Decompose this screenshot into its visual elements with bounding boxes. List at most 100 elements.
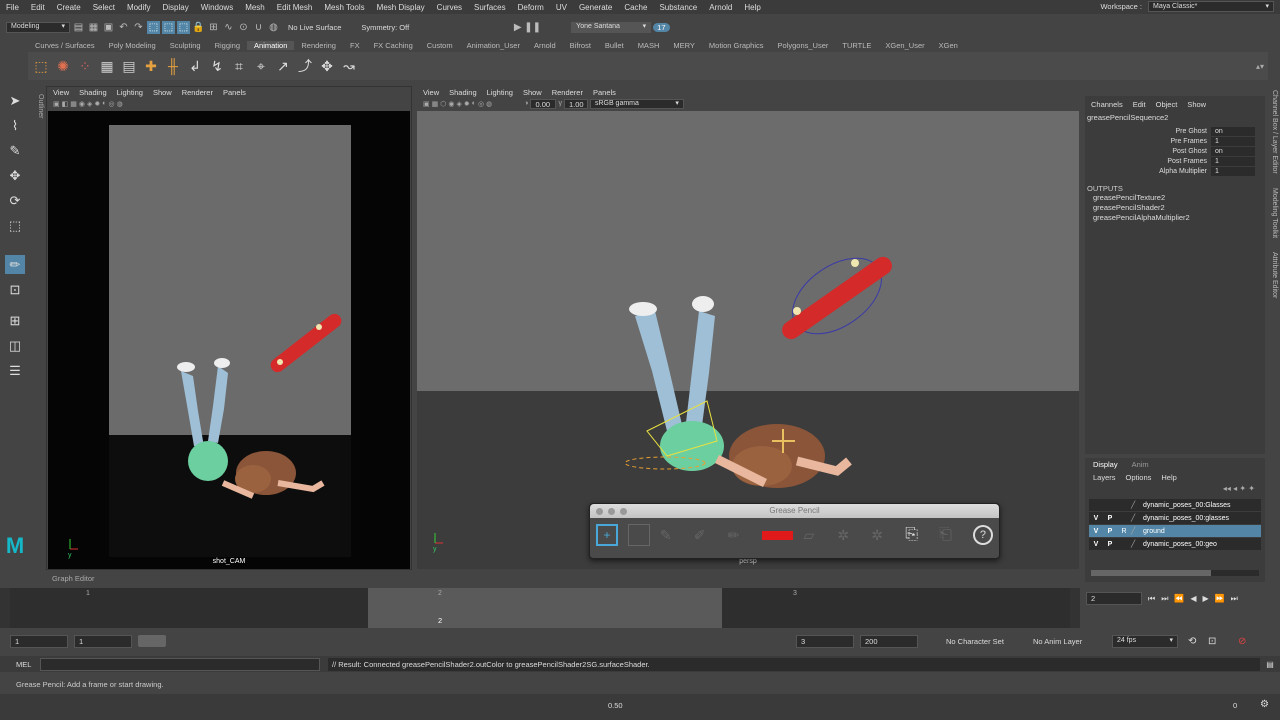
menu-item-help[interactable]: Help: [738, 3, 766, 12]
menu-item-surfaces[interactable]: Surfaces: [468, 3, 512, 12]
shelf-tab-turtle[interactable]: TURTLE: [835, 41, 878, 50]
channel-box-node[interactable]: greasePencilSequence2: [1085, 113, 1265, 122]
constraint-aim-icon[interactable]: ↗: [274, 57, 292, 75]
go-start-icon[interactable]: ⏮: [1148, 594, 1155, 604]
channel-value[interactable]: on: [1211, 146, 1255, 156]
bottom-value[interactable]: 0.50: [608, 701, 623, 710]
shot-cam-viewport[interactable]: y shot_CAM: [48, 111, 410, 569]
minimize-icon[interactable]: [608, 508, 615, 515]
joint-icon[interactable]: ✚: [142, 57, 160, 75]
channel-row[interactable]: Pre Ghost on: [1085, 126, 1265, 136]
layout-two-icon[interactable]: ◫: [5, 336, 25, 355]
layout-four-icon[interactable]: ⊞: [5, 311, 25, 330]
soft-pencil-icon[interactable]: ✏: [728, 527, 752, 544]
menu-item-cache[interactable]: Cache: [618, 3, 653, 12]
menu-item-generate[interactable]: Generate: [573, 3, 618, 12]
channel-row[interactable]: Post Ghost on: [1085, 146, 1265, 156]
colorspace-dropdown[interactable]: sRGB gamma ▾: [589, 98, 684, 109]
export-icon[interactable]: ⎗: [939, 526, 963, 544]
camera-icon[interactable]: ▣: [53, 100, 60, 108]
layer-row[interactable]: V P R ╱ ground: [1089, 525, 1261, 538]
exposure-field[interactable]: 0.00: [530, 98, 557, 109]
paint-select-icon[interactable]: ✎: [5, 142, 25, 161]
save-scene-icon[interactable]: ▣: [102, 21, 115, 34]
scene-start-field[interactable]: 1: [10, 634, 68, 648]
layer-name[interactable]: dynamic_poses_00:Glasses: [1143, 502, 1231, 509]
preferences-icon[interactable]: ⊘: [1238, 636, 1246, 647]
pause-icon[interactable]: ❚❚: [524, 21, 541, 34]
layer-playback[interactable]: P: [1103, 528, 1117, 535]
channel-value[interactable]: 1: [1211, 136, 1255, 146]
menu-item-mesh-tools[interactable]: Mesh Tools: [318, 3, 370, 12]
step-back-key-icon[interactable]: ⏭: [1161, 594, 1168, 604]
channel-menu-object[interactable]: Object: [1156, 100, 1178, 109]
panel-menu-lighting[interactable]: Lighting: [117, 88, 143, 97]
notification-badge[interactable]: 17: [653, 22, 670, 32]
help-icon[interactable]: ?: [973, 525, 993, 545]
panel-menu-renderer[interactable]: Renderer: [552, 88, 583, 97]
show-manipulator-icon[interactable]: ⊡: [5, 280, 25, 299]
add-frame-icon[interactable]: +: [596, 524, 618, 546]
character-set-menu[interactable]: No Character Set: [946, 637, 1004, 646]
layer-menu-help[interactable]: Help: [1161, 473, 1176, 482]
panel-menu-panels[interactable]: Panels: [593, 88, 616, 97]
menu-item-mesh[interactable]: Mesh: [239, 3, 271, 12]
menu-item-modify[interactable]: Modify: [121, 3, 157, 12]
side-tab-attribute-editor[interactable]: Attribute Editor: [1266, 252, 1278, 298]
panel-menu-shading[interactable]: Shading: [449, 88, 477, 97]
channel-value[interactable]: on: [1211, 126, 1255, 136]
panel-menu-show[interactable]: Show: [523, 88, 542, 97]
channel-row[interactable]: Post Frames 1: [1085, 156, 1265, 166]
menuset-dropdown[interactable]: Modeling ▾: [6, 21, 70, 33]
bookmark-icon[interactable]: ◧: [62, 100, 69, 108]
script-editor-icon[interactable]: ▤: [1260, 660, 1280, 669]
shelf-tab-sculpting[interactable]: Sculpting: [163, 41, 208, 50]
panel-menu-lighting[interactable]: Lighting: [487, 88, 513, 97]
move-layer-up-icon[interactable]: ◂◂: [1223, 484, 1231, 493]
menu-item-windows[interactable]: Windows: [195, 3, 239, 12]
step-back-icon[interactable]: ⏪: [1174, 594, 1184, 603]
isolate-icon[interactable]: ◎: [478, 100, 484, 108]
layer-playback[interactable]: P: [1103, 515, 1117, 522]
channel-row[interactable]: Alpha Multiplier 1: [1085, 166, 1265, 176]
snap-curve-icon[interactable]: ∿: [222, 21, 235, 34]
graph-icon[interactable]: ▦: [98, 57, 116, 75]
layer-color-icon[interactable]: ╱: [1131, 527, 1143, 535]
new-scene-icon[interactable]: ▤: [72, 21, 85, 34]
outliner-tab[interactable]: Outliner: [30, 86, 44, 576]
scene-end-field[interactable]: 200: [860, 634, 918, 648]
user-account[interactable]: Yone Santana ▾: [571, 21, 652, 33]
playback-start-field[interactable]: 1: [74, 634, 132, 648]
move-tool-icon[interactable]: ✥: [5, 167, 25, 186]
panel-menu-show[interactable]: Show: [153, 88, 172, 97]
layer-tab-anim[interactable]: Anim: [1132, 460, 1149, 469]
shelf-tab-mery[interactable]: MERY: [666, 41, 702, 50]
shelf-tab-fx-caching[interactable]: FX Caching: [367, 41, 420, 50]
shelf-tab-xgen-user[interactable]: XGen_User: [878, 41, 931, 50]
layer-visibility[interactable]: V: [1089, 515, 1103, 522]
light-icon[interactable]: ✹: [464, 100, 470, 108]
layer-name[interactable]: dynamic_poses_00:glasses: [1143, 515, 1229, 522]
shelf-tab-rendering[interactable]: Rendering: [294, 41, 343, 50]
snap-surface-icon[interactable]: ◍: [267, 21, 280, 34]
menu-item-display[interactable]: Display: [157, 3, 195, 12]
shelf-tab-custom[interactable]: Custom: [420, 41, 460, 50]
breakdown-icon[interactable]: ⁘: [76, 57, 94, 75]
close-icon[interactable]: [596, 508, 603, 515]
time-slider[interactable]: 1 2 3 2: [0, 588, 1080, 628]
import-icon[interactable]: ⎘: [905, 526, 929, 544]
step-forward-icon[interactable]: ⏩: [1215, 594, 1225, 603]
side-tab-modeling-toolkit[interactable]: Modeling Toolkit: [1266, 188, 1278, 238]
ghost-previous-icon[interactable]: ✲: [837, 527, 861, 544]
grease-pencil-tool-icon[interactable]: ✏: [5, 255, 25, 275]
light-icon[interactable]: ✹: [94, 100, 100, 108]
panel-menu-panels[interactable]: Panels: [223, 88, 246, 97]
select-component-icon[interactable]: ⬚: [177, 20, 190, 34]
shaded-icon[interactable]: ◉: [79, 100, 85, 108]
panel-menu-view[interactable]: View: [423, 88, 439, 97]
redo-icon[interactable]: ↷: [132, 21, 145, 34]
output-node[interactable]: greasePencilTexture2: [1093, 193, 1265, 203]
shelf-tab-animation-user[interactable]: Animation_User: [460, 41, 527, 50]
layer-visibility[interactable]: V: [1089, 528, 1103, 535]
rotate-tool-icon[interactable]: ⟳: [5, 192, 25, 211]
